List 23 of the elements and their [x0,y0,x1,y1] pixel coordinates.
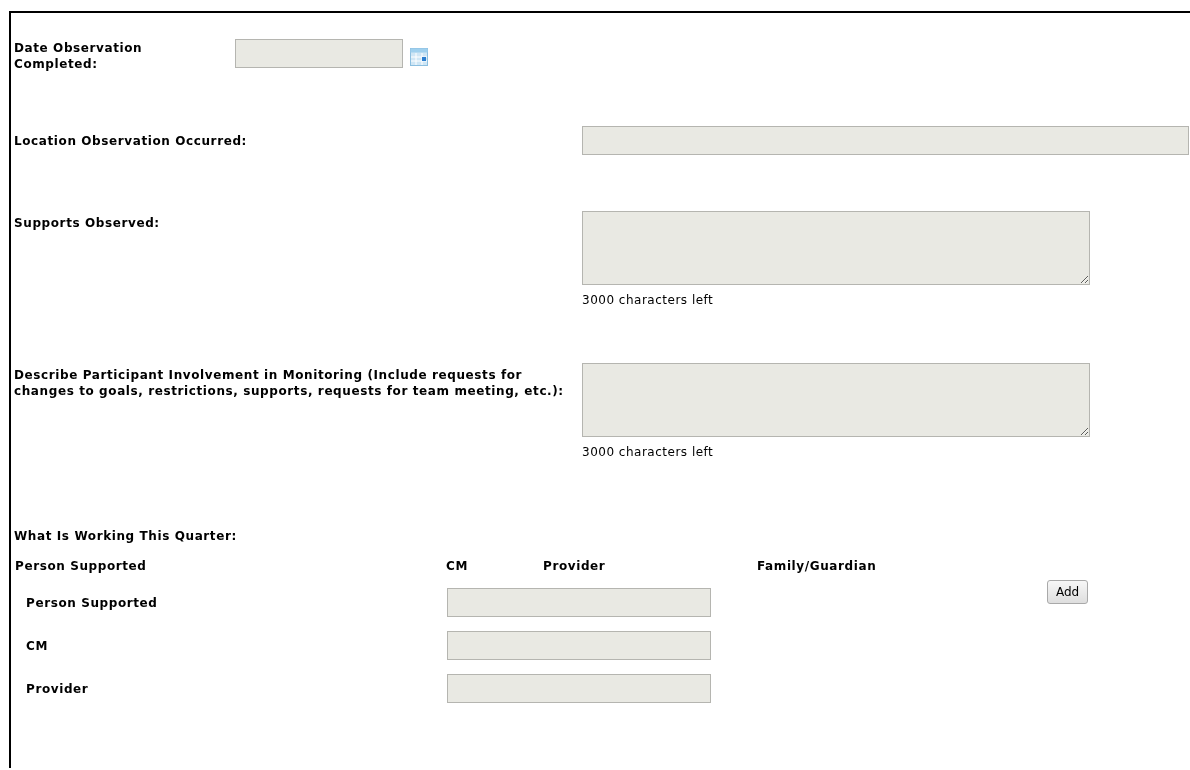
calendar-icon[interactable] [410,48,428,66]
field-label: Date Observation Completed: [14,40,144,72]
text-field[interactable] [447,631,711,660]
field-label: Supports Observed: [14,215,161,232]
text-field[interactable] [582,126,1189,155]
row-label: CM [25,637,49,654]
date-field[interactable] [235,39,403,68]
text-field[interactable] [447,674,711,703]
text-area[interactable] [582,363,1090,437]
section-title: What Is Working This Quarter: [14,529,237,543]
text-field[interactable] [447,588,711,617]
field-label: Location Observation Occurred: [14,132,248,149]
field-label: Describe Participant Involvement in Monitoring (Include requests for changes to goals, restrictions, supports, requests for team meeting, etc.): [14,367,565,400]
column-header: CM [446,558,468,574]
add-button[interactable]: Add [1047,579,1089,604]
text-area[interactable] [582,211,1090,285]
row-label: Provider [25,680,90,697]
row-label: Person Supported [25,594,159,611]
character-counter: 3000 characters left [582,445,715,459]
column-header: Family/Guardian [757,558,877,574]
character-counter: 3000 characters left [582,293,715,307]
column-header: Provider [543,558,606,574]
column-header: Person Supported [15,558,147,574]
